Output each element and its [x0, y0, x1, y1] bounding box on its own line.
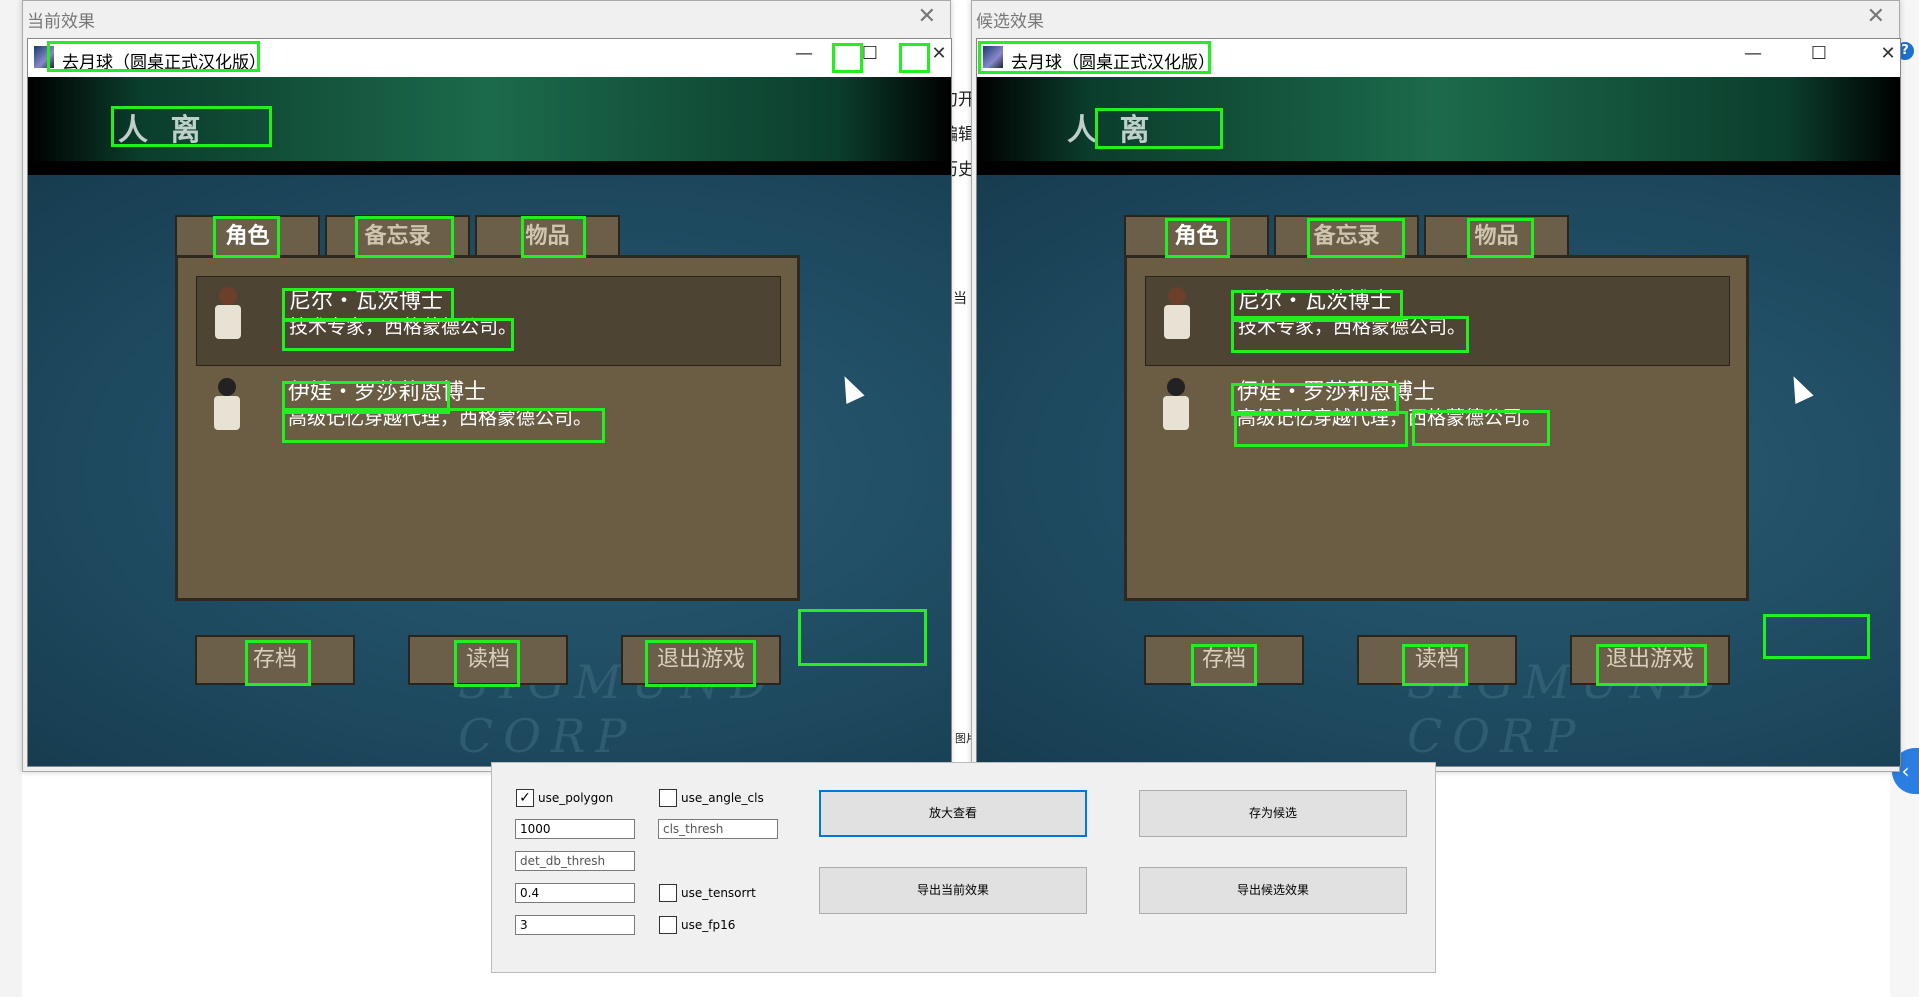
mouse-cursor-icon — [1784, 371, 1814, 405]
use-angle-cls-label: use_angle_cls — [681, 791, 764, 805]
game-banner: 人 离 — [28, 77, 951, 175]
character-desc: 技术专家，西格蒙德公司。 — [1238, 316, 1467, 338]
game-scene: SIGMUND CORP 角色 备忘录 物品 尼尔・瓦茨博士 技术专家，西格蒙德… — [977, 175, 1900, 766]
load-game-button[interactable]: 读档 — [1357, 635, 1517, 685]
list-item[interactable]: 伊娃・罗莎莉恩博士 高级记忆穿越代理，西格蒙德公司。 — [1145, 368, 1730, 458]
minimize-icon[interactable]: — — [1738, 43, 1768, 64]
close-icon[interactable]: ✕ — [924, 43, 954, 64]
game-window: 去月球（圆桌正式汉化版） — ☐ ✕ 人 离 SIGMUND CORP 角色 备… — [976, 38, 1901, 767]
save-game-button[interactable]: 存档 — [1144, 635, 1304, 685]
banner-text: 人 离 — [1067, 113, 1156, 148]
count-input[interactable] — [515, 915, 635, 935]
use-tensorrt-label: use_tensorrt — [681, 886, 756, 900]
candidate-result-window: 候选效果 ✕ 去月球（圆桌正式汉化版） — ☐ ✕ 人 离 SIGMUND CO… — [971, 0, 1901, 772]
list-item[interactable]: 伊娃・罗莎莉恩博士 高级记忆穿越代理，西格蒙德公司。 — [196, 368, 781, 458]
load-game-button[interactable]: 读档 — [408, 635, 568, 685]
cls-thresh-input[interactable] — [658, 819, 778, 839]
game-banner: 人 离 — [977, 77, 1900, 175]
maximize-icon[interactable]: ☐ — [855, 43, 885, 64]
mouse-cursor-icon — [835, 371, 865, 405]
character-sprite — [211, 287, 245, 347]
list-item[interactable]: 尼尔・瓦茨博士 技术专家，西格蒙德公司。 — [1145, 276, 1730, 366]
ocr-settings-panel: ✓ use_polygon use_angle_cls use_tensorrt… — [491, 762, 1436, 973]
window-title: 当前效果 — [27, 12, 95, 32]
close-icon[interactable]: ✕ — [1873, 43, 1903, 64]
number-input[interactable] — [515, 819, 635, 839]
current-result-window: 当前效果 ✕ 去月球（圆桌正式汉化版） — ☐ ✕ 人 离 SIGMUND CO… — [22, 0, 952, 772]
use-tensorrt-checkbox[interactable] — [659, 884, 677, 902]
character-sprite — [1159, 378, 1193, 438]
use-angle-cls-checkbox[interactable] — [659, 789, 677, 807]
minimize-icon[interactable]: — — [789, 43, 819, 64]
export-candidate-button[interactable]: 导出候选效果 — [1139, 867, 1407, 914]
game-title: 去月球（圆桌正式汉化版） — [1011, 53, 1215, 73]
background-explorer-left — [0, 0, 22, 997]
tab-memo[interactable]: 备忘录 — [1274, 215, 1419, 259]
character-name: 伊娃・罗莎莉恩博士 — [288, 380, 487, 405]
app-icon — [983, 46, 1003, 68]
list-item[interactable]: 尼尔・瓦茨博士 技术专家，西格蒙德公司。 — [196, 276, 781, 366]
zoom-view-button[interactable]: 放大查看 — [819, 790, 1087, 837]
game-scene: SIGMUND CORP 角色 备忘录 物品 尼尔・瓦茨博士 技术专家，西格蒙德… — [28, 175, 951, 766]
game-title: 去月球（圆桌正式汉化版） — [62, 53, 266, 73]
character-list: 尼尔・瓦茨博士 技术专家，西格蒙德公司。 伊娃・罗莎莉恩博士 高级记忆穿越代理，… — [175, 255, 800, 601]
tab-memo[interactable]: 备忘录 — [325, 215, 470, 259]
threshold-input[interactable] — [515, 883, 635, 903]
character-sprite — [210, 378, 244, 438]
use-polygon-label: use_polygon — [538, 791, 614, 805]
close-icon[interactable]: ✕ — [918, 4, 936, 29]
tab-items[interactable]: 物品 — [475, 215, 620, 259]
character-name: 尼尔・瓦茨博士 — [1238, 289, 1393, 314]
window-title: 候选效果 — [976, 12, 1044, 32]
exit-game-button[interactable]: 退出游戏 — [1570, 635, 1730, 685]
app-icon — [34, 46, 54, 68]
export-current-button[interactable]: 导出当前效果 — [819, 867, 1087, 914]
close-icon[interactable]: ✕ — [1867, 4, 1885, 29]
det-db-thresh-input[interactable] — [515, 851, 635, 871]
background-text: 当 — [953, 291, 967, 307]
use-fp16-label: use_fp16 — [681, 918, 736, 932]
character-desc: 高级记忆穿越代理，西格蒙德公司。 — [1237, 407, 1542, 429]
use-fp16-checkbox[interactable] — [659, 916, 677, 934]
character-desc: 高级记忆穿越代理，西格蒙德公司。 — [288, 407, 593, 429]
game-titlebar: 去月球（圆桌正式汉化版） — ☐ ✕ — [28, 39, 951, 77]
banner-text: 人 离 — [118, 113, 207, 148]
character-sprite — [1160, 287, 1194, 347]
character-name: 尼尔・瓦茨博士 — [289, 289, 444, 314]
tab-character[interactable]: 角色 — [1124, 215, 1269, 259]
game-titlebar: 去月球（圆桌正式汉化版） — ☐ ✕ — [977, 39, 1900, 77]
character-list: 尼尔・瓦茨博士 技术专家，西格蒙德公司。 伊娃・罗莎莉恩博士 高级记忆穿越代理，… — [1124, 255, 1749, 601]
tab-items[interactable]: 物品 — [1424, 215, 1569, 259]
character-name: 伊娃・罗莎莉恩博士 — [1237, 380, 1436, 405]
game-window: 去月球（圆桌正式汉化版） — ☐ ✕ 人 离 SIGMUND CORP 角色 备… — [27, 38, 952, 767]
maximize-icon[interactable]: ☐ — [1804, 43, 1834, 64]
exit-game-button[interactable]: 退出游戏 — [621, 635, 781, 685]
save-candidate-button[interactable]: 存为候选 — [1139, 790, 1407, 837]
tab-character[interactable]: 角色 — [175, 215, 320, 259]
character-desc: 技术专家，西格蒙德公司。 — [289, 316, 518, 338]
use-polygon-checkbox[interactable]: ✓ — [516, 789, 534, 807]
save-game-button[interactable]: 存档 — [195, 635, 355, 685]
